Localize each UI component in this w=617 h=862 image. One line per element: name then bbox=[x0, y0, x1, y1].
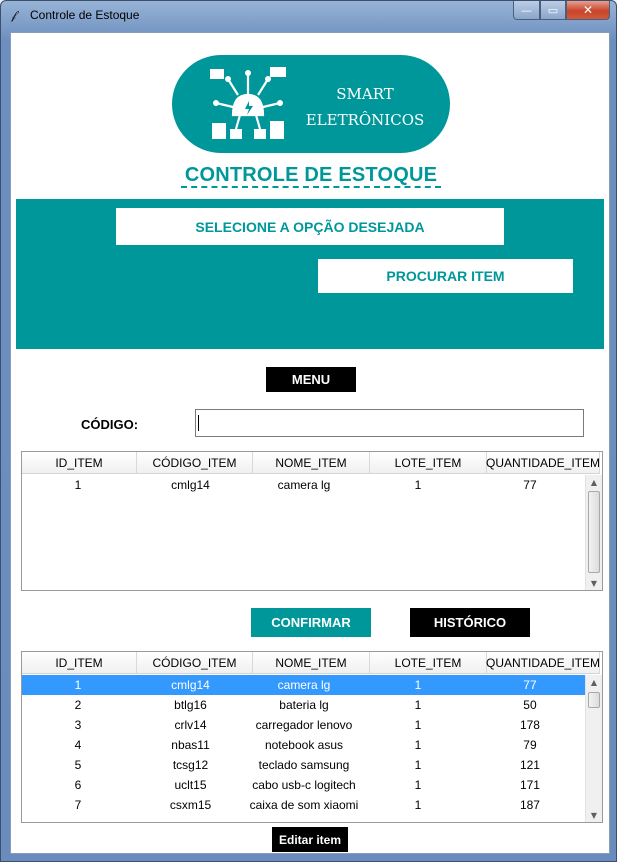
cell-lote: 1 bbox=[414, 738, 422, 752]
cell-lote: 1 bbox=[414, 798, 422, 812]
option-heading: SELECIONE A OPÇÃO DESEJADA bbox=[116, 208, 504, 245]
table-row[interactable]: 6 uclt15 cabo usb-c logitech 1 171 bbox=[22, 775, 585, 795]
table-row[interactable]: 1 cmlg14 camera lg 1 77 bbox=[22, 475, 585, 495]
table-header: ID_ITEM CÓDIGO_ITEM NOME_ITEM LOTE_ITEM … bbox=[22, 652, 600, 674]
cell-codigo: tcsg12 bbox=[172, 758, 209, 772]
cell-quantidade: 121 bbox=[519, 758, 540, 772]
cell-nome: cabo usb-c logitech bbox=[252, 778, 356, 792]
cell-lote: 1 bbox=[414, 758, 422, 772]
circuit-chip-icon bbox=[210, 67, 286, 139]
column-header[interactable]: NOME_ITEM bbox=[253, 452, 370, 474]
title-underline bbox=[181, 186, 441, 188]
text-caret bbox=[198, 415, 199, 431]
column-header[interactable]: QUANTIDADE_ITEM bbox=[486, 652, 600, 674]
vertical-scrollbar[interactable]: ▲ ▼ bbox=[585, 475, 602, 590]
cell-codigo: cmlg14 bbox=[171, 678, 210, 692]
maximize-button[interactable]: ▭ bbox=[540, 1, 566, 20]
cell-nome: camera lg bbox=[277, 478, 331, 492]
cell-nome: carregador lenovo bbox=[255, 718, 353, 732]
table-body: 1 cmlg14 camera lg 1 77 2 btlg16 bateria lg 1 50 3… bbox=[22, 675, 585, 815]
window-controls: — ▭ ✕ bbox=[513, 1, 610, 20]
table-body: 1 cmlg14 camera lg 1 77 bbox=[22, 475, 585, 495]
table-row[interactable]: 3 crlv14 carregador lenovo 1 178 bbox=[22, 715, 585, 735]
column-header[interactable]: LOTE_ITEM bbox=[370, 652, 487, 674]
close-button[interactable]: ✕ bbox=[566, 1, 610, 20]
column-header[interactable]: NOME_ITEM bbox=[253, 652, 370, 674]
cell-quantidade: 77 bbox=[523, 678, 537, 692]
window-client: SMART ELETRÔNICOS CONTROLE DE ESTOQUE SE… bbox=[10, 32, 610, 854]
cell-nome: notebook asus bbox=[264, 738, 344, 752]
cell-quantidade: 187 bbox=[519, 798, 540, 812]
cell-id: 2 bbox=[74, 698, 82, 712]
inventory-table[interactable]: ID_ITEM CÓDIGO_ITEM NOME_ITEM LOTE_ITEM … bbox=[21, 651, 603, 823]
confirm-button[interactable]: CONFIRMAR bbox=[251, 608, 371, 637]
scroll-down-icon[interactable]: ▼ bbox=[586, 576, 602, 590]
cell-codigo: uclt15 bbox=[174, 778, 207, 792]
cell-codigo: nbas11 bbox=[171, 738, 210, 752]
cell-quantidade: 171 bbox=[519, 778, 540, 792]
column-header[interactable]: LOTE_ITEM bbox=[370, 452, 487, 474]
edit-item-button[interactable]: Editar item bbox=[272, 827, 348, 852]
minimize-button[interactable]: — bbox=[513, 1, 540, 20]
cell-codigo: crlv14 bbox=[174, 718, 207, 732]
search-item-button[interactable]: PROCURAR ITEM bbox=[318, 259, 573, 293]
cell-nome: teclado samsung bbox=[258, 758, 350, 772]
cell-id: 5 bbox=[74, 758, 82, 772]
cell-quantidade: 50 bbox=[523, 698, 537, 712]
window-title: Controle de Estoque bbox=[30, 8, 140, 22]
table-row[interactable]: 1 cmlg14 camera lg 1 77 bbox=[22, 675, 585, 695]
table-row[interactable]: 4 nbas11 notebook asus 1 79 bbox=[22, 735, 585, 755]
cell-codigo: btlg16 bbox=[174, 698, 207, 712]
brand-line-2: ELETRÔNICOS bbox=[305, 111, 425, 129]
table-row[interactable]: 5 tcsg12 teclado samsung 1 121 bbox=[22, 755, 585, 775]
cell-lote: 1 bbox=[414, 678, 422, 692]
cell-quantidade: 79 bbox=[523, 738, 537, 752]
column-header[interactable]: QUANTIDADE_ITEM bbox=[486, 452, 600, 474]
cell-id: 4 bbox=[74, 738, 82, 752]
cell-quantidade: 77 bbox=[523, 478, 537, 492]
codigo-label: CÓDIGO: bbox=[81, 417, 139, 432]
cell-codigo: cmlg14 bbox=[171, 478, 210, 492]
scroll-thumb[interactable] bbox=[588, 692, 600, 708]
brand-name: SMART ELETRÔNICOS bbox=[300, 81, 430, 133]
codigo-input[interactable] bbox=[195, 409, 584, 437]
column-header[interactable]: ID_ITEM bbox=[22, 652, 137, 674]
history-button[interactable]: HISTÓRICO bbox=[410, 608, 530, 637]
scroll-up-icon[interactable]: ▲ bbox=[586, 475, 602, 490]
cell-lote: 1 bbox=[414, 718, 422, 732]
cell-id: 1 bbox=[74, 678, 82, 692]
cell-lote: 1 bbox=[414, 478, 422, 492]
table-row[interactable]: 2 btlg16 bateria lg 1 50 bbox=[22, 695, 585, 715]
scroll-thumb[interactable] bbox=[588, 491, 600, 573]
cell-nome: camera lg bbox=[277, 678, 331, 692]
brand-logo: SMART ELETRÔNICOS bbox=[172, 55, 450, 153]
vertical-scrollbar[interactable]: ▲ ▼ bbox=[585, 675, 602, 822]
feather-icon: 𝒻 bbox=[11, 8, 17, 22]
cell-quantidade: 178 bbox=[519, 718, 540, 732]
search-results-table[interactable]: ID_ITEM CÓDIGO_ITEM NOME_ITEM LOTE_ITEM … bbox=[21, 451, 603, 591]
table-header: ID_ITEM CÓDIGO_ITEM NOME_ITEM LOTE_ITEM … bbox=[22, 452, 600, 474]
menu-button[interactable]: MENU bbox=[266, 367, 356, 392]
cell-id: 1 bbox=[74, 478, 82, 492]
brand-line-1: SMART bbox=[336, 85, 394, 103]
cell-nome: caixa de som xiaomi bbox=[249, 798, 359, 812]
cell-id: 6 bbox=[74, 778, 82, 792]
cell-id: 7 bbox=[74, 798, 82, 812]
cell-nome: bateria lg bbox=[279, 698, 329, 712]
options-panel: SELECIONE A OPÇÃO DESEJADA PROCURAR ITEM bbox=[16, 199, 604, 349]
cell-id: 3 bbox=[74, 718, 82, 732]
scroll-up-icon[interactable]: ▲ bbox=[586, 675, 602, 690]
window-frame: 𝒻 Controle de Estoque — ▭ ✕ SMART ELETRÔ… bbox=[0, 0, 617, 862]
cell-lote: 1 bbox=[414, 698, 422, 712]
page-title: CONTROLE DE ESTOQUE bbox=[184, 164, 438, 186]
cell-codigo: csxm15 bbox=[169, 798, 212, 812]
column-header[interactable]: CÓDIGO_ITEM bbox=[137, 452, 253, 474]
table-row[interactable]: 7 csxm15 caixa de som xiaomi 1 187 bbox=[22, 795, 585, 815]
scroll-down-icon[interactable]: ▼ bbox=[586, 808, 602, 822]
title-bar[interactable]: 𝒻 Controle de Estoque — ▭ ✕ bbox=[1, 1, 616, 31]
column-header[interactable]: CÓDIGO_ITEM bbox=[137, 652, 253, 674]
cell-lote: 1 bbox=[414, 778, 422, 792]
column-header[interactable]: ID_ITEM bbox=[22, 452, 137, 474]
